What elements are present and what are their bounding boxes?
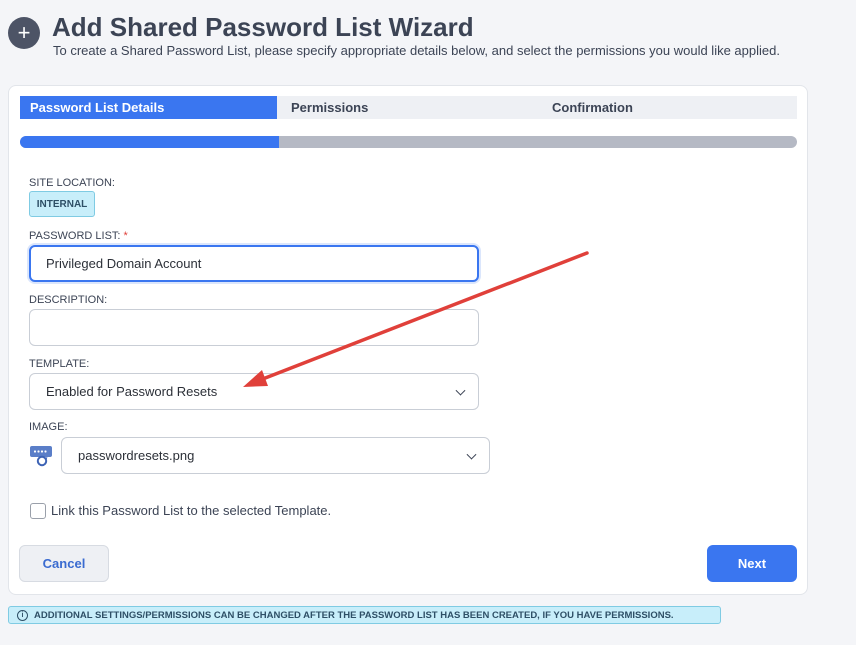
template-select-value: Enabled for Password Resets	[46, 384, 218, 399]
tab-permissions[interactable]: Permissions	[277, 96, 552, 119]
chevron-down-icon	[455, 385, 466, 396]
link-template-checkbox[interactable]	[30, 503, 46, 519]
link-template-checkbox-label[interactable]: Link this Password List to the selected …	[51, 503, 331, 518]
plus-icon: +	[8, 17, 40, 49]
page-title: Add Shared Password List Wizard	[52, 12, 474, 42]
description-input[interactable]	[29, 309, 479, 346]
image-select[interactable]: passwordresets.png	[61, 437, 490, 474]
cancel-button[interactable]: Cancel	[19, 545, 109, 582]
required-marker: *	[123, 230, 128, 242]
site-location-label: SITE LOCATION:	[29, 177, 115, 189]
info-bar: i ADDITIONAL SETTINGS/PERMISSIONS CAN BE…	[8, 606, 721, 624]
wizard-tabs: Password List Details Permissions Confir…	[20, 96, 797, 119]
password-list-input[interactable]: Privileged Domain Account	[29, 245, 479, 282]
chevron-down-icon	[466, 449, 477, 460]
password-list-label: PASSWORD LIST:	[29, 230, 121, 242]
password-list-label-row: PASSWORD LIST: *	[29, 230, 128, 242]
wizard-card: Password List Details Permissions Confir…	[8, 85, 808, 595]
template-label: TEMPLATE:	[29, 358, 90, 370]
image-label: IMAGE:	[29, 421, 68, 433]
wizard-progress-fill	[20, 136, 279, 148]
page-subtitle: To create a Shared Password List, please…	[53, 43, 780, 58]
site-location-badge: INTERNAL	[29, 191, 95, 217]
next-button[interactable]: Next	[707, 545, 797, 582]
info-bar-text: ADDITIONAL SETTINGS/PERMISSIONS CAN BE C…	[34, 609, 674, 621]
password-reset-image-icon	[30, 446, 52, 467]
image-select-value: passwordresets.png	[78, 448, 195, 463]
wizard-progress-bar	[20, 136, 797, 148]
description-label: DESCRIPTION:	[29, 294, 108, 306]
info-icon: i	[17, 609, 28, 621]
tab-password-list-details[interactable]: Password List Details	[20, 96, 277, 119]
tab-confirmation[interactable]: Confirmation	[552, 96, 633, 119]
template-select[interactable]: Enabled for Password Resets	[29, 373, 479, 410]
